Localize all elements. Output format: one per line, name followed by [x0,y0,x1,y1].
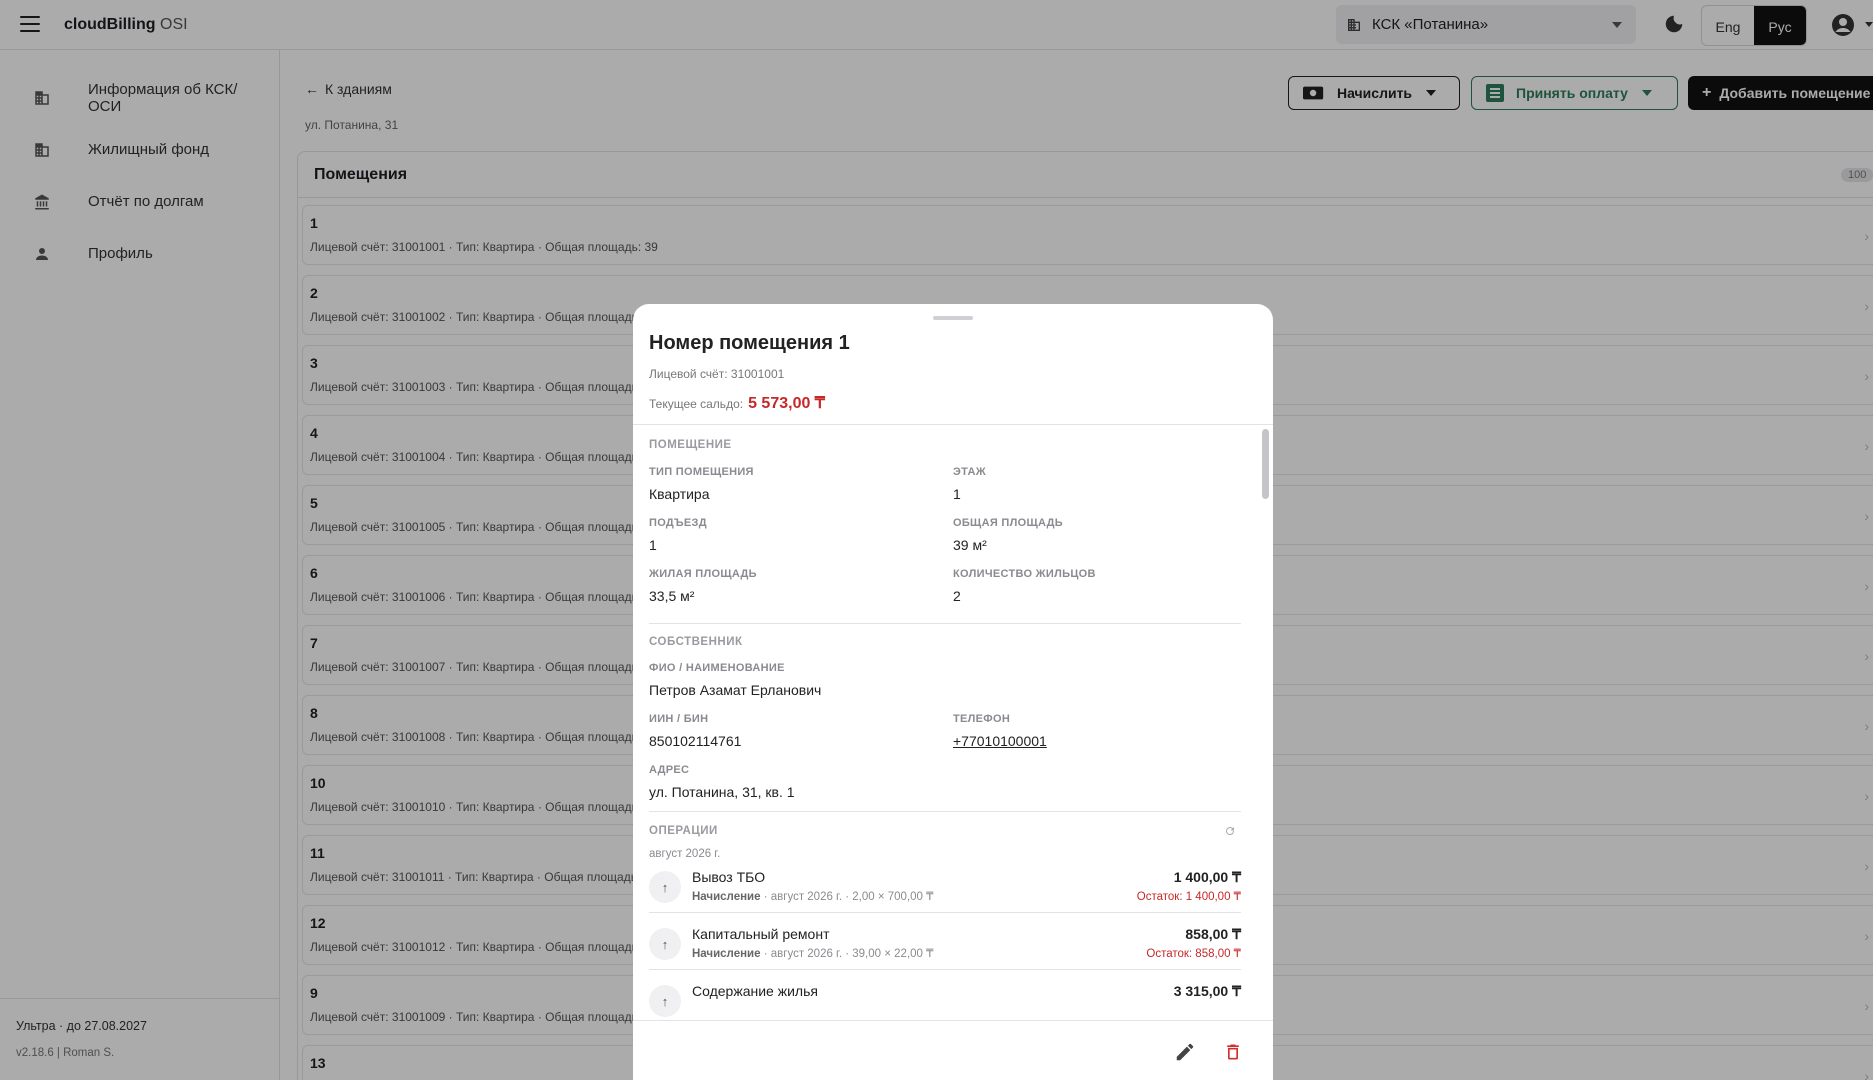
room-balance: Текущее сальдо: 5 573,00 ₸ [649,393,825,413]
phone-link[interactable]: +77010100001 [953,733,1047,749]
delete-icon[interactable] [1223,1041,1243,1063]
operation-sub: Начисление · август 2026 г. · 39,00 × 22… [692,946,933,960]
section-owner: СОБСТВЕННИК [649,636,743,648]
field-label: АДРЕС [649,764,690,776]
drag-handle[interactable] [933,316,973,320]
operation-name: Капитальный ремонт [692,926,830,942]
section-room: ПОМЕЩЕНИЕ [649,439,732,451]
operation-name: Вывоз ТБО [692,869,766,885]
scrollbar[interactable] [1262,429,1269,499]
arrow-up-icon: ↑ [649,985,681,1017]
operation-sub: Начисление · август 2026 г. · 2,00 × 700… [692,889,933,903]
operation-amount: 3 315,00 ₸ [1173,983,1241,999]
residents-value: 2 [953,588,961,604]
operation-kind: Начисление [692,948,761,960]
edit-icon[interactable] [1174,1041,1196,1063]
operation-kind: Начисление [692,891,761,903]
room-detail-sheet: Номер помещения 1 Лицевой счёт: 31001001… [633,304,1273,1080]
field-label: ИИН / БИН [649,713,709,725]
field-label: ТИП ПОМЕЩЕНИЯ [649,466,754,478]
iin-value: 850102114761 [649,733,742,749]
total-area-value: 39 м² [953,537,987,553]
operation-amount: 1 400,00 ₸ [1173,869,1241,885]
room-type-value: Квартира [649,486,710,502]
living-area-value: 33,5 м² [649,588,695,604]
room-title: Номер помещения 1 [649,332,850,354]
operation-name: Содержание жилья [692,983,818,999]
arrow-up-icon: ↑ [649,928,681,960]
month-group-label: август 2026 г. [649,848,721,860]
field-label: ЖИЛАЯ ПЛОЩАДЬ [649,568,757,580]
entrance-value: 1 [649,537,657,553]
arrow-up-icon: ↑ [649,871,681,903]
operation-detail: · август 2026 г. · 2,00 × 700,00 ₸ [760,891,934,903]
owner-name-value: Петров Азамат Ерланович [649,682,822,698]
field-label: КОЛИЧЕСТВО ЖИЛЬЦОВ [953,568,1096,580]
field-label: ЭТАЖ [953,466,986,478]
field-label: ПОДЪЕЗД [649,517,707,529]
owner-address-value: ул. Потанина, 31, кв. 1 [649,784,795,800]
field-label: ТЕЛЕФОН [953,713,1011,725]
operation-rest: Остаток: 1 400,00 ₸ [1136,891,1241,903]
floor-value: 1 [953,486,961,502]
field-label: ФИО / НАИМЕНОВАНИЕ [649,662,785,674]
section-operations: ОПЕРАЦИИ [649,825,718,837]
room-details-scroll[interactable]: ПОМЕЩЕНИЕ ТИП ПОМЕЩЕНИЯ Квартира ЭТАЖ 1 … [633,425,1273,1020]
balance-label: Текущее сальдо: [649,397,744,411]
operation-rest: Остаток: 858,00 ₸ [1146,948,1241,960]
operation-detail: · август 2026 г. · 39,00 × 22,00 ₸ [760,948,934,960]
operation-amount: 858,00 ₸ [1185,926,1241,942]
balance-amount: 5 573,00 ₸ [748,395,825,412]
room-account: Лицевой счёт: 31001001 [649,367,785,381]
refresh-icon[interactable] [1224,825,1236,837]
field-label: ОБЩАЯ ПЛОЩАДЬ [953,517,1063,529]
sheet-footer [633,1020,1273,1080]
